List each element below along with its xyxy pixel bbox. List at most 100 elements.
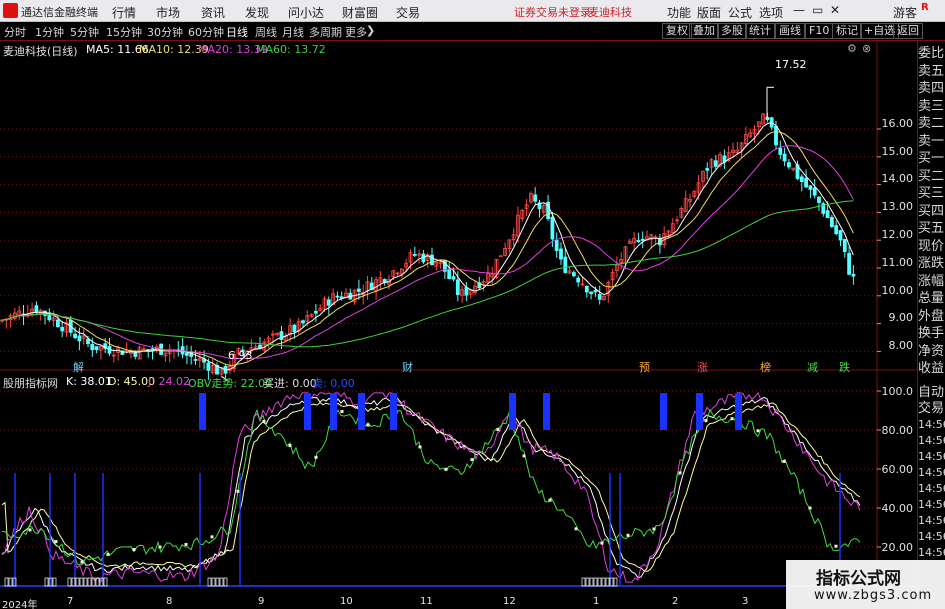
side-label: 买三 [918, 186, 945, 201]
candle-body [533, 194, 538, 202]
period-tab[interactable]: 周线 [255, 24, 277, 40]
event-marker[interactable]: 预 [638, 359, 651, 375]
side-label: 外盘 [918, 308, 945, 324]
menu-market[interactable]: 市场 [156, 4, 180, 21]
candle-body [834, 225, 839, 235]
candle-body [593, 290, 598, 293]
event-marker[interactable]: 跌 [838, 359, 851, 375]
r-badge[interactable]: R [921, 2, 929, 13]
chevron-right-icon[interactable]: ❯ [366, 24, 375, 37]
side-sub-label: 14:56 [918, 498, 945, 511]
obv-dot [210, 535, 214, 539]
candle-body [447, 269, 452, 280]
menu-ask[interactable]: 问小达 [288, 4, 324, 21]
mark-button[interactable]: 标记 [832, 23, 862, 39]
stats-button[interactable]: 统计 [745, 23, 775, 39]
signal-bar [735, 393, 742, 430]
period-tab[interactable]: 60分钟 [188, 24, 224, 40]
multi-stock-button[interactable]: 多股 [717, 23, 747, 39]
period-tab[interactable]: 更多 [345, 24, 367, 40]
settings-gear-icon[interactable]: ⚙ [847, 42, 857, 55]
signal-bar [543, 393, 550, 430]
bottom-box [75, 577, 80, 587]
adjust-button[interactable]: 复权 [662, 23, 692, 39]
obv-dot [314, 455, 318, 459]
obv-dot [366, 423, 370, 427]
side-sub-label: 14:56 [918, 418, 945, 431]
candle-body [451, 276, 456, 280]
obv-dot [652, 527, 656, 531]
panel-close-icon[interactable]: ⊗ [862, 42, 871, 55]
period-tab[interactable]: 30分钟 [147, 24, 183, 40]
login-notice[interactable]: 证券交易未登录 [514, 4, 591, 20]
user-label[interactable]: 游客 [893, 4, 917, 21]
event-marker[interactable]: 解 [72, 359, 85, 375]
period-tab[interactable]: 月线 [282, 24, 304, 40]
candle-body [584, 285, 589, 293]
menu-wealth[interactable]: 财富圈 [342, 4, 378, 21]
obv-dot [548, 498, 552, 502]
menu-formula[interactable]: 公式 [728, 4, 752, 21]
obv-dot [262, 419, 266, 423]
bottom-box [605, 577, 610, 587]
indicator-tick: 60.00 [881, 463, 914, 476]
ma20-line [1, 145, 854, 360]
signal-bar [696, 393, 703, 430]
period-tab[interactable]: 分时 [4, 24, 26, 40]
signal-bar [660, 393, 667, 430]
f10-button[interactable]: F10 [805, 23, 834, 39]
bottom-box [581, 577, 586, 587]
chart-canvas[interactable] [0, 41, 945, 609]
menu-trade[interactable]: 交易 [396, 4, 420, 21]
minimize-icon[interactable]: — [793, 3, 805, 17]
close-icon[interactable]: ✕ [830, 3, 840, 17]
period-tab[interactable]: 5分钟 [70, 24, 99, 40]
bottom-box [44, 577, 49, 587]
candle-body [356, 288, 361, 292]
candle-body [73, 333, 77, 339]
candle-body [60, 326, 65, 332]
side-label: 买四 [918, 203, 945, 219]
period-tab[interactable]: 多周期 [309, 24, 342, 40]
event-marker[interactable]: 减 [806, 359, 819, 375]
watermark-url: www.zbgs3.com [814, 588, 933, 603]
side-sub-label: 自动 [918, 385, 945, 400]
menu-news[interactable]: 资讯 [201, 4, 225, 21]
bottom-box [223, 577, 228, 587]
bottom-box [601, 577, 606, 587]
event-marker[interactable]: 涨 [696, 359, 709, 375]
menu-layout[interactable]: 版面 [697, 4, 721, 21]
side-label: 买五 [918, 221, 945, 236]
draw-button[interactable]: 画线 [775, 23, 805, 39]
obv-dot [158, 545, 162, 549]
candle-body [94, 346, 99, 351]
candle-body [206, 362, 211, 371]
signal-bar [390, 393, 397, 430]
candle-body [146, 349, 151, 351]
menu-discover[interactable]: 发现 [245, 4, 269, 21]
menu-quotes[interactable]: 行情 [112, 4, 136, 21]
period-tab[interactable]: 15分钟 [106, 24, 142, 40]
menu-options[interactable]: 选项 [759, 4, 783, 21]
indicator-name: 股朋指标网 [3, 377, 58, 390]
side-label: 涨幅 [918, 273, 945, 289]
obv-dot [834, 544, 838, 548]
period-tab[interactable]: 1分钟 [35, 24, 64, 40]
date-tick: 10 [340, 596, 353, 607]
restore-icon[interactable]: ▭ [812, 3, 823, 17]
back-button[interactable]: 返回 [893, 23, 923, 39]
candle-body [498, 255, 503, 258]
event-marker[interactable]: 榜 [759, 359, 772, 375]
date-tick: 2024年 [2, 600, 38, 609]
bottom-box [83, 577, 88, 587]
overlay-button[interactable]: 叠加 [689, 23, 719, 39]
high-price-label: 17.52 [775, 58, 807, 71]
obv-dot [704, 419, 708, 423]
bottom-box [597, 577, 602, 587]
obv-dot [782, 459, 786, 463]
k-value: K: 38.01 [66, 375, 112, 388]
date-tick: 12 [503, 596, 516, 607]
period-tab-selected[interactable]: 日线 [226, 24, 248, 40]
menu-function[interactable]: 功能 [667, 4, 691, 21]
event-marker[interactable]: 财 [401, 359, 414, 375]
